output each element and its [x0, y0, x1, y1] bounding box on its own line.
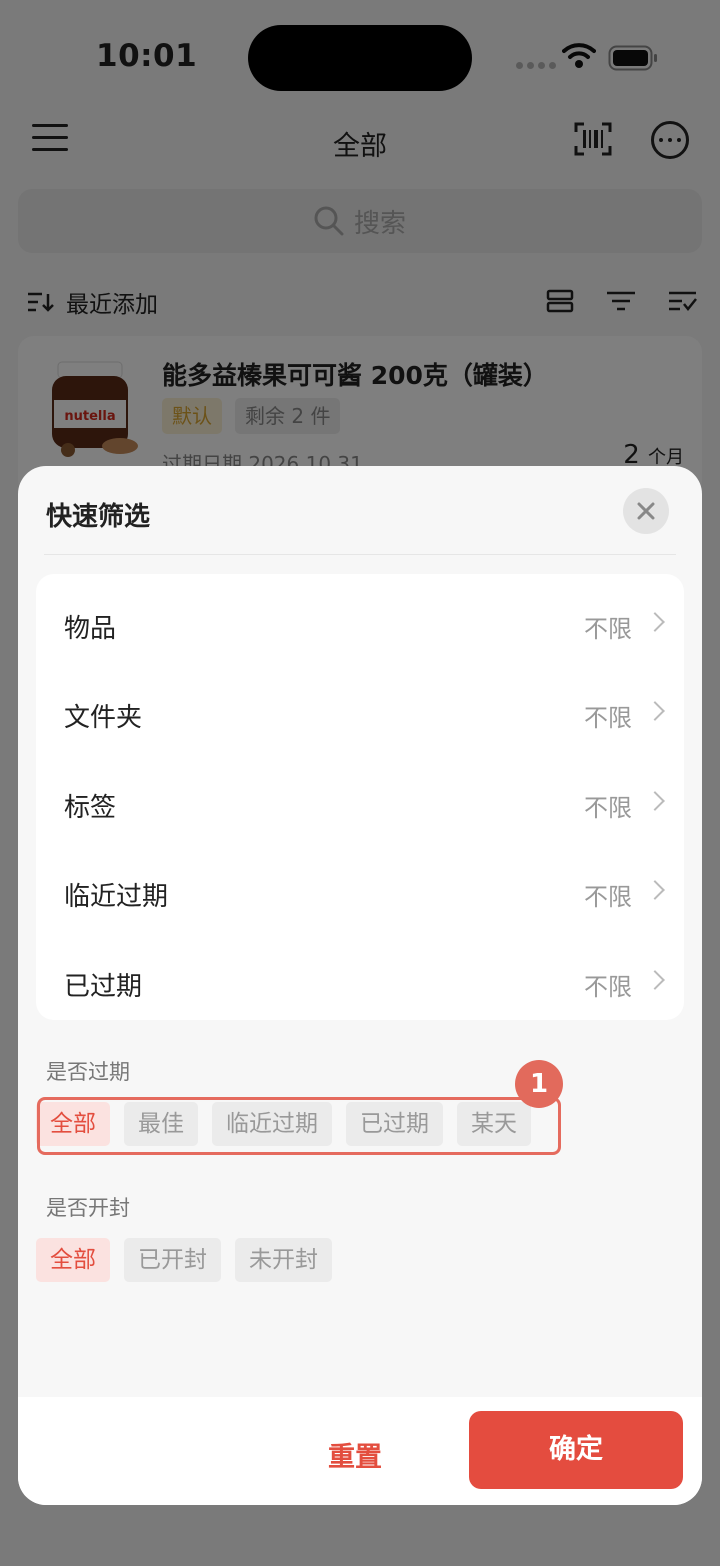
filter-row-items[interactable]: 物品 不限 — [36, 582, 684, 671]
opened-chip-group: 全部 已开封 未开封 — [36, 1238, 332, 1282]
chevron-right-icon — [645, 880, 665, 900]
filter-row-tags[interactable]: 标签 不限 — [36, 761, 684, 850]
filter-row-label: 标签 — [64, 793, 117, 823]
filter-row-value: 不限 — [584, 615, 632, 643]
sheet-title: 快速筛选 — [46, 502, 151, 532]
chip-opened-all[interactable]: 全部 — [36, 1238, 110, 1282]
reset-button[interactable]: 重置 — [328, 1435, 382, 1474]
filter-row-value: 不限 — [584, 883, 632, 911]
filter-row-label: 临近过期 — [64, 882, 169, 912]
filter-row-value: 不限 — [584, 973, 632, 1001]
expiry-section-label: 是否过期 — [46, 1060, 130, 1084]
confirm-button[interactable]: 确定 — [469, 1411, 683, 1489]
divider — [44, 554, 676, 555]
close-button[interactable] — [623, 488, 669, 534]
chevron-right-icon — [645, 791, 665, 811]
filter-row-label: 已过期 — [64, 972, 143, 1002]
chevron-right-icon — [645, 612, 665, 632]
filter-row-folder[interactable]: 文件夹 不限 — [36, 671, 684, 760]
filter-row-value: 不限 — [584, 704, 632, 732]
chip-opened-no[interactable]: 未开封 — [235, 1238, 332, 1282]
chip-opened-yes[interactable]: 已开封 — [124, 1238, 221, 1282]
filter-row-expired[interactable]: 已过期 不限 — [36, 940, 684, 1029]
annotation-badge: 1 — [515, 1060, 563, 1108]
filter-row-expiring-soon[interactable]: 临近过期 不限 — [36, 850, 684, 939]
filter-row-label: 物品 — [64, 614, 117, 644]
sheet-footer: 重置 确定 — [18, 1397, 702, 1505]
chevron-right-icon — [645, 701, 665, 721]
filter-row-label: 文件夹 — [64, 703, 143, 733]
opened-section-label: 是否开封 — [46, 1196, 130, 1220]
filter-list: 物品 不限 文件夹 不限 标签 不限 临近过期 不限 已过期 不限 — [36, 574, 684, 1020]
quick-filter-sheet: 快速筛选 物品 不限 文件夹 不限 标签 不限 临近过期 不限 已过期 不限 是… — [18, 466, 702, 1505]
chevron-right-icon — [645, 970, 665, 990]
close-icon — [637, 502, 655, 520]
highlight-annotation — [37, 1097, 561, 1155]
filter-row-value: 不限 — [584, 794, 632, 822]
